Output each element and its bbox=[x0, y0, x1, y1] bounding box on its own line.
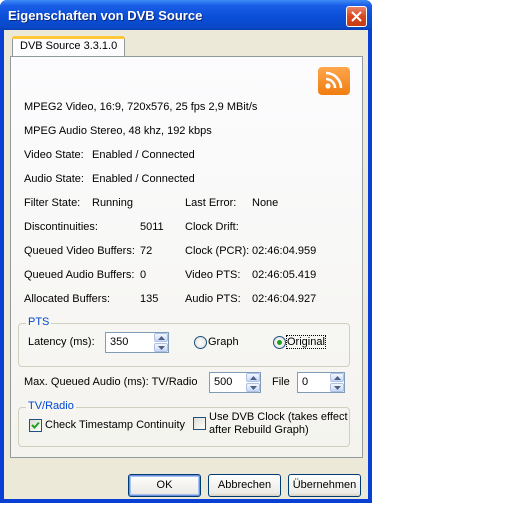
allocated-buffers-label: Allocated Buffers: bbox=[24, 293, 111, 305]
rss-feed-icon bbox=[318, 67, 350, 95]
radio-original-label[interactable]: Original bbox=[286, 335, 326, 349]
arrow-down-icon bbox=[158, 346, 165, 350]
arrow-up-icon bbox=[334, 376, 341, 380]
queued-audio-value: 0 bbox=[140, 269, 147, 281]
discontinuities-value: 5011 bbox=[140, 221, 164, 233]
audio-format-text: MPEG Audio Stereo, 48 khz, 192 kbps bbox=[24, 125, 212, 137]
queued-video-value: 72 bbox=[140, 245, 153, 257]
audio-state-value: Enabled / Connected bbox=[92, 173, 195, 185]
filter-state-label: Filter State: bbox=[24, 197, 81, 209]
radio-graph[interactable] bbox=[194, 336, 207, 349]
radio-selected-dot bbox=[277, 340, 282, 345]
arrow-up-icon bbox=[250, 376, 257, 380]
queued-audio-label: Queued Audio Buffers: bbox=[24, 269, 135, 281]
check-timestamp-checkbox[interactable] bbox=[29, 419, 42, 432]
cancel-button[interactable]: Abbrechen bbox=[208, 474, 281, 497]
latency-input[interactable]: 350 bbox=[110, 336, 128, 348]
audio-pts-value: 02:46:04.927 bbox=[252, 293, 317, 305]
arrow-up-icon bbox=[158, 336, 165, 340]
properties-dialog: Eigenschaften von DVB Source DVB Source … bbox=[0, 0, 372, 503]
tvradio-queue-input[interactable]: 500 bbox=[214, 376, 232, 388]
file-queue-up-arrow[interactable] bbox=[330, 373, 344, 382]
file-queue-down-arrow[interactable] bbox=[330, 383, 344, 392]
video-pts-value: 02:46:05.419 bbox=[252, 269, 317, 281]
audio-state-label: Audio State: bbox=[24, 173, 84, 185]
dvb-clock-checkbox[interactable] bbox=[193, 417, 206, 430]
clock-pcr-label: Clock (PCR): bbox=[185, 245, 250, 257]
close-icon bbox=[351, 11, 362, 22]
tvradio-queue-up-arrow[interactable] bbox=[246, 373, 260, 382]
check-timestamp-label[interactable]: Check Timestamp Continuity bbox=[45, 419, 185, 431]
radio-graph-label[interactable]: Graph bbox=[208, 336, 239, 348]
ok-button[interactable]: OK bbox=[128, 474, 201, 497]
checkmark-icon bbox=[31, 421, 40, 429]
clock-pcr-value: 02:46:04.959 bbox=[252, 245, 317, 257]
dialog-client-area: DVB Source 3.3.1.0 MPEG2 Video, 16:9, 72… bbox=[4, 30, 368, 499]
window-title: Eigenschaften von DVB Source bbox=[8, 8, 203, 23]
tvradio-group-title: TV/Radio bbox=[26, 400, 76, 412]
tab-panel: MPEG2 Video, 16:9, 720x576, 25 fps 2,9 M… bbox=[10, 56, 363, 458]
last-error-label: Last Error: bbox=[185, 197, 237, 209]
tab-dvb-source[interactable]: DVB Source 3.3.1.0 bbox=[12, 36, 126, 57]
latency-down-arrow[interactable] bbox=[154, 343, 168, 352]
radio-original[interactable] bbox=[273, 336, 286, 349]
arrow-down-icon bbox=[334, 386, 341, 390]
close-button[interactable] bbox=[346, 6, 367, 27]
clock-drift-label: Clock Drift: bbox=[185, 221, 239, 233]
video-state-value: Enabled / Connected bbox=[92, 149, 195, 161]
dvb-clock-label-line1[interactable]: Use DVB Clock (takes effect bbox=[209, 411, 348, 423]
filter-state-value: Running bbox=[92, 197, 133, 209]
max-queued-audio-label: Max. Queued Audio (ms): TV/Radio bbox=[24, 376, 198, 388]
apply-button[interactable]: Übernehmen bbox=[288, 474, 361, 497]
latency-label: Latency (ms): bbox=[28, 336, 95, 348]
tvradio-queue-spinner[interactable]: 500 bbox=[209, 372, 261, 393]
file-queue-input[interactable]: 0 bbox=[302, 376, 308, 388]
audio-pts-label: Audio PTS: bbox=[185, 293, 241, 305]
queued-video-label: Queued Video Buffers: bbox=[24, 245, 135, 257]
video-format-text: MPEG2 Video, 16:9, 720x576, 25 fps 2,9 M… bbox=[24, 101, 258, 113]
file-queue-label: File bbox=[272, 376, 290, 388]
discontinuities-label: Discontinuities: bbox=[24, 221, 98, 233]
video-pts-label: Video PTS: bbox=[185, 269, 241, 281]
dvb-clock-label-line2[interactable]: after Rebuild Graph) bbox=[209, 424, 309, 436]
video-state-label: Video State: bbox=[24, 149, 84, 161]
last-error-value: None bbox=[252, 197, 279, 209]
tvradio-queue-down-arrow[interactable] bbox=[246, 383, 260, 392]
pts-group-title: PTS bbox=[26, 316, 52, 328]
file-queue-spinner[interactable]: 0 bbox=[297, 372, 345, 393]
title-bar[interactable]: Eigenschaften von DVB Source bbox=[0, 0, 372, 30]
latency-up-arrow[interactable] bbox=[154, 333, 168, 342]
latency-spinner[interactable]: 350 bbox=[105, 332, 169, 353]
arrow-down-icon bbox=[250, 386, 257, 390]
allocated-buffers-value: 135 bbox=[140, 293, 159, 305]
